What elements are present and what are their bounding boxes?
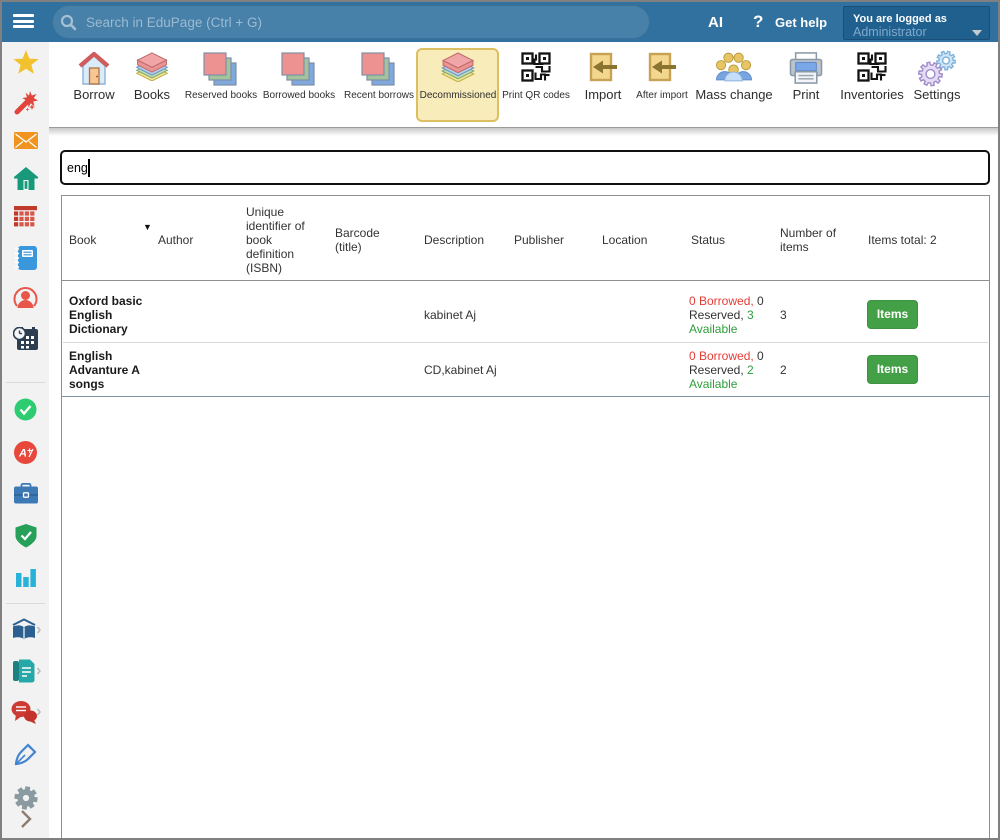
svg-text:+: + bbox=[27, 446, 32, 456]
svg-text:A: A bbox=[18, 448, 27, 460]
